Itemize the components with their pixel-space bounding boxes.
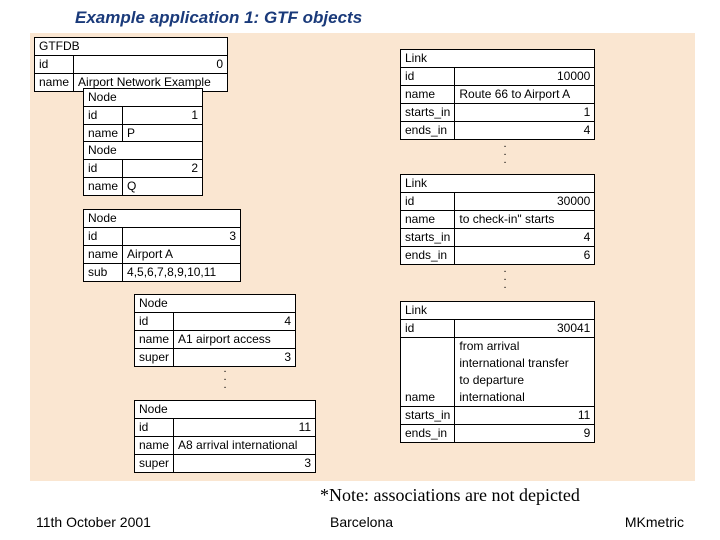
label-ends: ends_in (401, 122, 455, 140)
label-id: id (401, 193, 455, 211)
label-name: name (135, 437, 174, 455)
gtfdb-id: 0 (74, 56, 228, 74)
ellipsis-dots: ... (500, 140, 510, 164)
node3-name: Airport A (123, 246, 241, 264)
node2-name: Q (123, 178, 203, 196)
node4-name: A1 airport access (174, 331, 296, 349)
diagram-canvas: GTFDB id0 nameAirport Network Example No… (30, 33, 695, 481)
link-header: Link (401, 175, 595, 193)
label-ends: ends_in (401, 247, 455, 265)
node11-id: 11 (174, 419, 316, 437)
link3-ends: 9 (455, 425, 595, 443)
label-id: id (401, 320, 455, 338)
label-starts: starts_in (401, 407, 455, 425)
label-name: name (84, 125, 123, 143)
link3-id: 30041 (455, 320, 595, 338)
footnote: *Note: associations are not depicted (320, 485, 580, 506)
link2-starts: 4 (455, 229, 595, 247)
node1-id: 1 (123, 107, 203, 125)
label-id: id (84, 160, 123, 178)
footer-date: 11th October 2001 (36, 514, 151, 530)
gtfdb-header: GTFDB (35, 38, 228, 56)
node-header: Node (84, 142, 203, 160)
label-id: id (84, 228, 123, 246)
link2-id: 30000 (455, 193, 595, 211)
link1-name: Route 66 to Airport A (455, 86, 595, 104)
link-header: Link (401, 302, 595, 320)
footer-location: Barcelona (330, 514, 393, 530)
gtfdb-table: GTFDB id0 nameAirport Network Example (34, 37, 228, 92)
ellipsis-dots: ... (500, 265, 510, 289)
link2-table: Link id30000 nameto check-in" starts sta… (400, 174, 595, 265)
node2-table: Node id2 nameQ (83, 141, 203, 196)
label-name: name (84, 178, 123, 196)
node3-sub: 4,5,6,7,8,9,10,11 (123, 264, 241, 282)
node1-table: Node id1 nameP (83, 88, 203, 143)
node11-super: 3 (174, 455, 316, 473)
label-name: name (84, 246, 123, 264)
link3-name-l4: international (455, 389, 595, 407)
node4-super: 3 (174, 349, 296, 367)
node3-table: Node id3 nameAirport A sub4,5,6,7,8,9,10… (83, 209, 241, 282)
link1-id: 10000 (455, 68, 595, 86)
label-id: id (35, 56, 74, 74)
link1-starts: 1 (455, 104, 595, 122)
node3-id: 3 (123, 228, 241, 246)
slide-title: Example application 1: GTF objects (75, 8, 362, 28)
label-starts: starts_in (401, 104, 455, 122)
node2-id: 2 (123, 160, 203, 178)
label-ends: ends_in (401, 425, 455, 443)
link3-name-l1: from arrival (455, 338, 595, 356)
label-id: id (401, 68, 455, 86)
label-name: name (401, 211, 455, 229)
label-starts: starts_in (401, 229, 455, 247)
node11-name: A8 arrival international (174, 437, 316, 455)
link2-name: to check-in" starts (455, 211, 595, 229)
node1-name: P (123, 125, 203, 143)
node-header: Node (84, 89, 203, 107)
ellipsis-dots: ... (220, 365, 230, 389)
label-name: name (401, 338, 455, 407)
footer-author: MKmetric (625, 514, 684, 530)
link1-ends: 4 (455, 122, 595, 140)
label-id: id (84, 107, 123, 125)
label-name: name (401, 86, 455, 104)
label-id: id (135, 419, 174, 437)
link2-ends: 6 (455, 247, 595, 265)
node11-table: Node id11 nameA8 arrival international s… (134, 400, 316, 473)
label-super: super (135, 349, 174, 367)
link3-starts: 11 (455, 407, 595, 425)
label-id: id (135, 313, 174, 331)
label-name: name (135, 331, 174, 349)
link3-table: Link id30041 namefrom arrival internatio… (400, 301, 595, 443)
label-super: super (135, 455, 174, 473)
node4-table: Node id4 nameA1 airport access super3 (134, 294, 296, 367)
link1-table: Link id10000 nameRoute 66 to Airport A s… (400, 49, 595, 140)
label-sub: sub (84, 264, 123, 282)
node-header: Node (135, 401, 316, 419)
link3-name-l2: international transfer (455, 355, 595, 372)
node4-id: 4 (174, 313, 296, 331)
link-header: Link (401, 50, 595, 68)
node-header: Node (84, 210, 241, 228)
link3-name-l3: to departure (455, 372, 595, 389)
label-name: name (35, 74, 74, 92)
node-header: Node (135, 295, 296, 313)
